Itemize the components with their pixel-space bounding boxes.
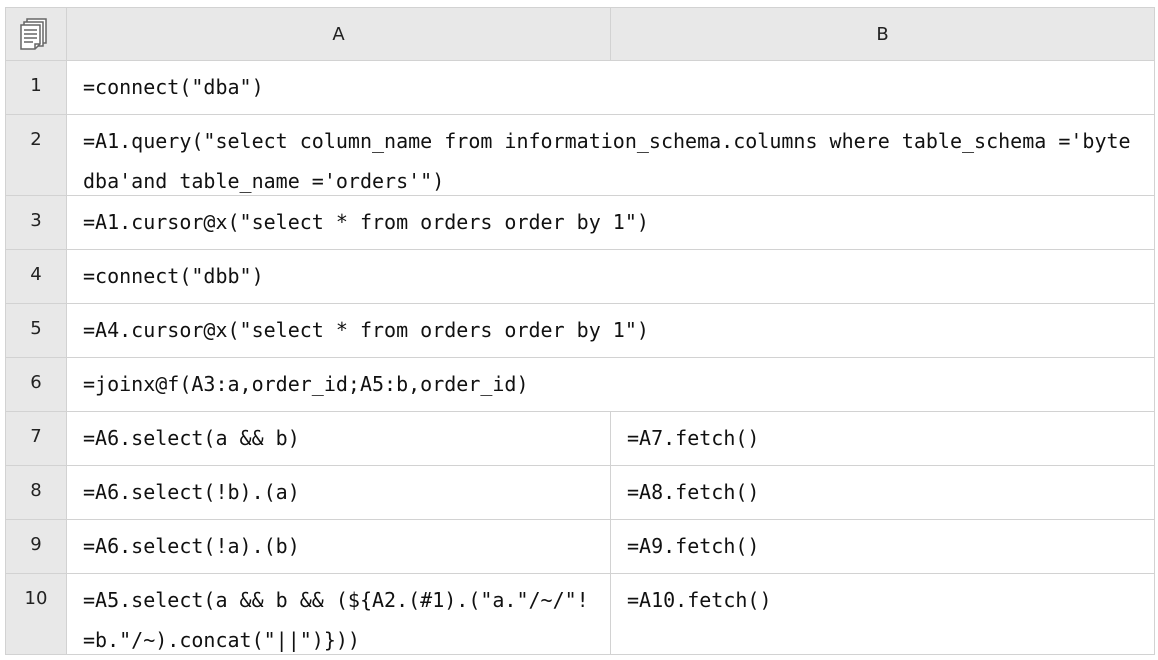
cell-a6[interactable]: =joinx@f(A3:a,order_id;A5:b,order_id): [67, 358, 1155, 412]
row-header[interactable]: 7: [5, 412, 67, 466]
cell-b10[interactable]: =A10.fetch(): [611, 574, 1155, 655]
row-header[interactable]: 6: [5, 358, 67, 412]
row-header[interactable]: 3: [5, 196, 67, 250]
cell-a1[interactable]: =connect("dba"): [67, 61, 1155, 115]
column-header-a[interactable]: A: [67, 7, 611, 61]
cell-a9[interactable]: =A6.select(!a).(b): [67, 520, 611, 574]
row-header[interactable]: 9: [5, 520, 67, 574]
cell-a3[interactable]: =A1.cursor@x("select * from orders order…: [67, 196, 1155, 250]
cell-a4[interactable]: =connect("dbb"): [67, 250, 1155, 304]
cell-b9[interactable]: =A9.fetch(): [611, 520, 1155, 574]
row-header[interactable]: 8: [5, 466, 67, 520]
cell-a5[interactable]: =A4.cursor@x("select * from orders order…: [67, 304, 1155, 358]
cell-a7[interactable]: =A6.select(a && b): [67, 412, 611, 466]
row-header[interactable]: 4: [5, 250, 67, 304]
cell-b7[interactable]: =A7.fetch(): [611, 412, 1155, 466]
cell-b8[interactable]: =A8.fetch(): [611, 466, 1155, 520]
column-header-b[interactable]: B: [611, 7, 1155, 61]
cell-a8[interactable]: =A6.select(!b).(a): [67, 466, 611, 520]
spreadsheet-grid: A B 1 =connect("dba") 2 =A1.query("selec…: [5, 7, 1155, 655]
row-header[interactable]: 2: [5, 115, 67, 196]
document-icon[interactable]: [5, 7, 67, 61]
row-header[interactable]: 10: [5, 574, 67, 655]
cell-a10[interactable]: =A5.select(a && b && (${A2.(#1).("a."/~/…: [67, 574, 611, 655]
row-header[interactable]: 1: [5, 61, 67, 115]
row-header[interactable]: 5: [5, 304, 67, 358]
cell-a2[interactable]: =A1.query("select column_name from infor…: [67, 115, 1155, 196]
